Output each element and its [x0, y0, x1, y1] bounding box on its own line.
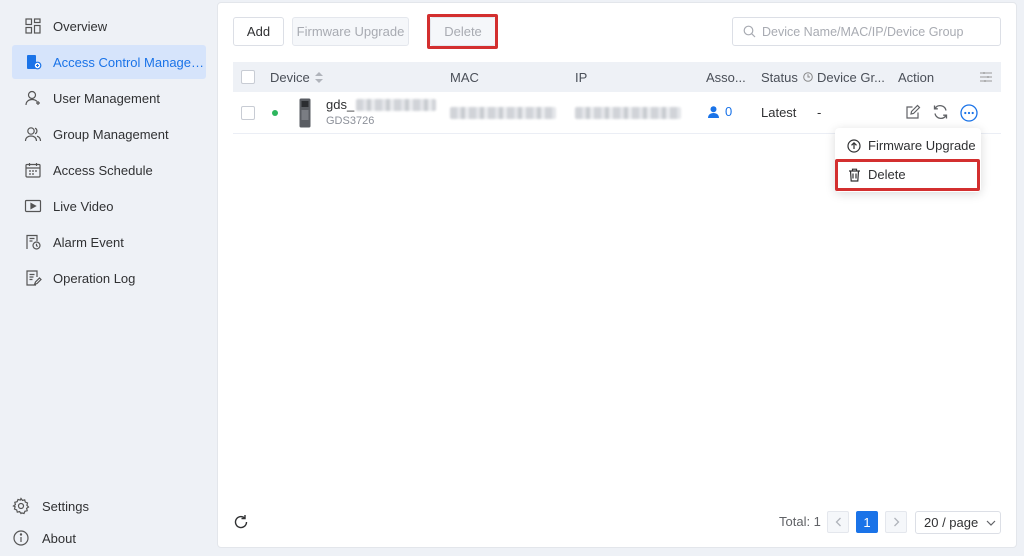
firmware-upgrade-button[interactable]: Firmware Upgrade — [292, 17, 409, 46]
column-device[interactable]: Device — [270, 62, 323, 92]
delete-button[interactable]: Delete — [430, 17, 496, 46]
search-input[interactable] — [762, 24, 998, 39]
select-all-checkbox[interactable] — [241, 62, 255, 92]
user-icon — [24, 89, 42, 107]
associated-count: 0 — [725, 104, 733, 119]
chevron-down-icon — [986, 520, 996, 526]
search-icon — [743, 25, 756, 38]
sidebar-item-overview[interactable]: Overview — [12, 9, 206, 43]
next-page-button[interactable] — [885, 511, 907, 533]
action-dropdown-menu: Firmware Upgrade Delete — [835, 128, 981, 192]
sidebar-item-label: Access Control Management — [53, 54, 206, 70]
trash-icon — [847, 168, 861, 182]
column-mac: MAC — [450, 69, 479, 85]
status-info-icon[interactable] — [803, 72, 813, 82]
page-size-value: 20 / page — [924, 515, 979, 530]
ip-cell — [575, 107, 681, 119]
sidebar-item-label: Group Management — [53, 126, 169, 142]
sort-icon[interactable] — [314, 71, 323, 83]
sidebar-item-access-control[interactable]: Access Control Management — [12, 45, 206, 79]
sidebar-item-alarm-event[interactable]: Alarm Event — [12, 225, 206, 259]
main-panel: Add Firmware Upgrade Delete Device MAC I… — [217, 2, 1017, 548]
associated-cell[interactable]: 0 — [708, 104, 732, 119]
sidebar-item-label: Alarm Event — [53, 234, 124, 250]
info-icon — [12, 529, 30, 547]
refresh-icon[interactable] — [932, 104, 949, 120]
alarm-event-icon — [24, 233, 42, 251]
device-model: GDS3726 — [326, 115, 375, 127]
menu-item-delete[interactable]: Delete — [835, 161, 981, 188]
column-settings-icon[interactable] — [980, 62, 992, 92]
menu-item-firmware-upgrade[interactable]: Firmware Upgrade — [835, 132, 981, 159]
more-actions-icon[interactable] — [960, 104, 978, 122]
pagination-total: Total: 1 — [779, 514, 821, 529]
sidebar-item-label: Access Schedule — [53, 162, 153, 178]
settings-label: Settings — [42, 498, 89, 514]
gear-icon — [12, 497, 30, 515]
menu-item-label: Firmware Upgrade — [868, 138, 976, 153]
redacted-device-name — [356, 98, 437, 111]
column-label: Device — [270, 69, 310, 85]
sidebar-item-label: Live Video — [53, 198, 114, 214]
sidebar-item-label: Overview — [53, 18, 108, 34]
device-group-cell: - — [817, 105, 822, 120]
online-status-dot — [272, 110, 278, 116]
column-associated: Asso... — [706, 69, 746, 85]
upload-icon — [847, 138, 861, 153]
row-checkbox[interactable] — [241, 106, 255, 120]
sidebar-item-operation-log[interactable]: Operation Log — [12, 261, 206, 295]
group-icon — [24, 125, 42, 143]
device-name: gds_ — [326, 97, 355, 112]
device-thumbnail-icon — [299, 98, 311, 128]
reload-icon[interactable] — [233, 514, 249, 530]
menu-item-label: Delete — [868, 167, 906, 182]
edit-icon[interactable] — [905, 104, 921, 120]
column-action: Action — [898, 69, 935, 85]
page-size-select[interactable]: 20 / page — [915, 511, 1001, 534]
sidebar: Overview Access Control Management User … — [0, 0, 216, 556]
calendar-icon — [24, 161, 42, 179]
dashboard-icon — [24, 17, 42, 35]
sidebar-item-live-video[interactable]: Live Video — [12, 189, 206, 223]
table-header: Device MAC IP Asso... Status Device Gr..… — [233, 62, 1001, 92]
status-cell: Latest — [761, 105, 797, 120]
mac-cell — [450, 107, 556, 119]
search-box[interactable] — [732, 17, 1001, 46]
video-icon — [24, 197, 42, 215]
sidebar-item-label: User Management — [53, 90, 160, 106]
access-control-icon — [24, 53, 42, 71]
redacted-ip — [575, 107, 681, 119]
column-label: Status — [761, 69, 798, 85]
sidebar-item-user-management[interactable]: User Management — [12, 81, 206, 115]
sidebar-item-access-schedule[interactable]: Access Schedule — [12, 153, 206, 187]
device-cell[interactable]: gds_ GDS3726 — [326, 97, 437, 127]
page-1-button[interactable]: 1 — [856, 511, 878, 533]
sidebar-settings[interactable]: Settings — [12, 493, 89, 519]
column-device-group: Device Gr... — [817, 69, 885, 85]
prev-page-button[interactable] — [827, 511, 849, 533]
sidebar-item-label: Operation Log — [53, 270, 136, 286]
sidebar-item-group-management[interactable]: Group Management — [12, 117, 206, 151]
log-icon — [24, 269, 42, 287]
user-icon — [708, 105, 719, 118]
sidebar-about[interactable]: About — [12, 525, 76, 551]
column-ip: IP — [575, 69, 588, 85]
column-status: Status — [761, 62, 813, 92]
about-label: About — [42, 530, 76, 546]
add-button[interactable]: Add — [233, 17, 284, 46]
redacted-mac — [450, 107, 556, 119]
